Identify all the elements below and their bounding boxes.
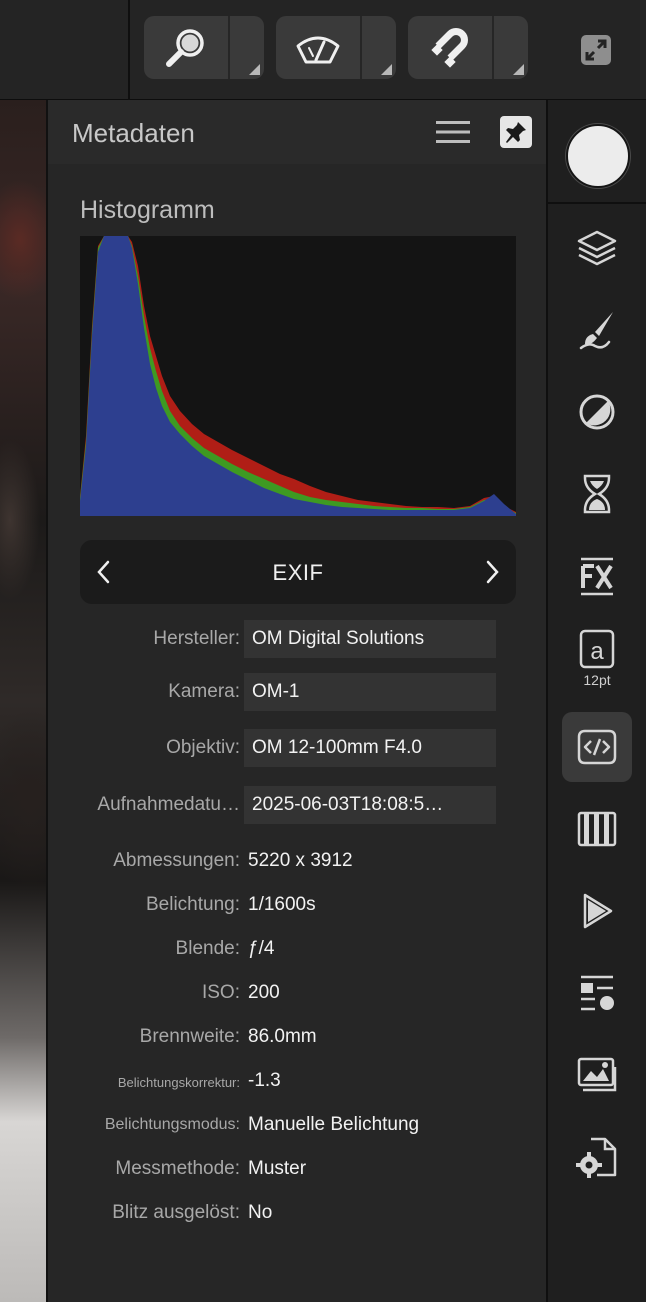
field-value: OM 12-100mm F4.0	[252, 737, 422, 758]
sidebar-item-fx[interactable]	[562, 541, 632, 611]
field-row-lens: Objektiv: OM 12-100mm F4.0	[48, 729, 548, 769]
magnet-icon	[431, 27, 468, 68]
styles-icon	[581, 975, 614, 1011]
field-label: Aufnahmedatu…	[97, 794, 240, 815]
eye-dial-icon	[296, 36, 340, 63]
sidebar-item-play[interactable]	[562, 876, 632, 946]
field-label: Hersteller:	[153, 628, 240, 649]
document-settings-icon	[576, 1137, 617, 1178]
field-value: OM Digital Solutions	[252, 628, 425, 649]
snapping-tool-button[interactable]	[408, 16, 528, 79]
detail-label: Belichtungsmodus:	[104, 1116, 240, 1133]
detail-value: Manuelle Belichtung	[248, 1114, 420, 1135]
histogram	[80, 236, 516, 516]
histogram-title: Histogramm	[80, 196, 215, 224]
field-value: OM-1	[252, 681, 300, 702]
expand-icon	[581, 35, 611, 65]
sidebar-item-source-code[interactable]	[562, 712, 632, 782]
detail-label: Abmessungen:	[113, 850, 240, 871]
field-row-camera: Kamera: OM-1	[48, 673, 548, 713]
toolbar-divider	[128, 0, 130, 100]
detail-row: Brennweite: 86.0mm	[48, 1018, 548, 1058]
source-code-icon	[577, 729, 617, 765]
top-toolbar	[0, 0, 646, 100]
chevron-right-icon[interactable]	[482, 558, 502, 586]
detail-row: Abmessungen: 5220 x 3912	[48, 842, 548, 882]
text-style-size: 12pt	[583, 672, 611, 688]
detail-value: Muster	[248, 1158, 307, 1179]
detail-label: ISO:	[201, 982, 240, 1003]
sidebar-item-layers[interactable]	[562, 213, 632, 283]
photo-canvas[interactable]	[0, 100, 46, 1302]
metadata-panel: Metadaten Histogramm EXIF Hersteller: OM…	[46, 100, 546, 1302]
view-tool-options[interactable]	[362, 16, 396, 79]
detail-row: Belichtung: 1/1600s	[48, 886, 548, 926]
detail-row: Messmethode: Muster	[48, 1150, 548, 1190]
pin-icon	[506, 122, 526, 143]
history-icon	[583, 474, 611, 514]
sidebar-item-document-settings[interactable]	[562, 1122, 632, 1192]
sidebar-item-history[interactable]	[562, 459, 632, 529]
field-row-capture-date: Aufnahmedatu… 2025-06-03T18:08:5…	[48, 786, 548, 826]
adjustments-icon	[579, 394, 615, 430]
sidebar-item-stock[interactable]	[562, 1040, 632, 1110]
sidebar-item-brushes[interactable]	[562, 295, 632, 365]
color-well[interactable]	[566, 124, 630, 188]
detail-label: Blende:	[175, 938, 240, 959]
detail-value: 5220 x 3912	[248, 850, 353, 871]
field-label: Objektiv:	[166, 737, 240, 758]
detail-label: Belichtungskorrektur:	[117, 1075, 240, 1090]
detail-row: ISO: 200	[48, 974, 548, 1014]
view-tool-button[interactable]	[276, 16, 396, 79]
detail-label: Messmethode:	[115, 1158, 240, 1179]
fx-icon	[581, 557, 613, 596]
play-icon	[583, 893, 613, 929]
detail-value: 200	[248, 982, 280, 1003]
section-label: EXIF	[272, 560, 324, 585]
field-row-manufacturer: Hersteller: OM Digital Solutions	[48, 620, 548, 660]
detail-value: ƒ/4	[248, 938, 275, 959]
detail-row: Blitz ausgelöst: No	[48, 1194, 548, 1234]
detail-value: 86.0mm	[248, 1026, 317, 1047]
sidebar-divider	[548, 202, 646, 204]
expand-button[interactable]	[574, 28, 618, 72]
hamburger-menu-icon[interactable]	[436, 118, 470, 146]
sidebar-item-styles[interactable]	[562, 958, 632, 1028]
detail-label: Blitz ausgelöst:	[112, 1202, 240, 1223]
magnifier-icon	[166, 28, 204, 67]
zoom-tool-button[interactable]	[144, 16, 264, 79]
sidebar-item-adjustments[interactable]	[562, 377, 632, 447]
detail-value: -1.3	[248, 1070, 281, 1091]
detail-value: No	[248, 1202, 273, 1223]
detail-label: Belichtung:	[145, 894, 240, 915]
brushes-icon	[579, 312, 613, 350]
studio-sidebar: a 12pt	[546, 100, 646, 1302]
panel-title: Metadaten	[72, 118, 195, 148]
exif-section-nav: EXIF	[80, 540, 516, 604]
panel-header: Metadaten	[48, 100, 546, 164]
detail-row: Belichtungsmodus: Manuelle Belichtung	[48, 1106, 548, 1146]
channels-icon	[577, 811, 617, 847]
layers-icon	[577, 230, 617, 266]
pin-button[interactable]	[500, 116, 532, 148]
detail-label: Brennweite:	[139, 1026, 240, 1047]
text-styles-icon: a	[579, 629, 615, 669]
detail-value: 1/1600s	[248, 894, 316, 915]
detail-row: Blende: ƒ/4	[48, 930, 548, 970]
sidebar-item-text-styles[interactable]: a	[562, 621, 632, 677]
sidebar-item-channels[interactable]	[562, 794, 632, 864]
zoom-tool-options[interactable]	[230, 16, 264, 79]
snapping-tool-options[interactable]	[494, 16, 528, 79]
field-label: Kamera:	[168, 681, 240, 702]
stock-images-icon	[577, 1057, 617, 1092]
detail-row: Belichtungskorrektur: -1.3	[48, 1062, 548, 1102]
text-style-letter: a	[590, 638, 604, 665]
field-value: 2025-06-03T18:08:5…	[252, 794, 444, 815]
